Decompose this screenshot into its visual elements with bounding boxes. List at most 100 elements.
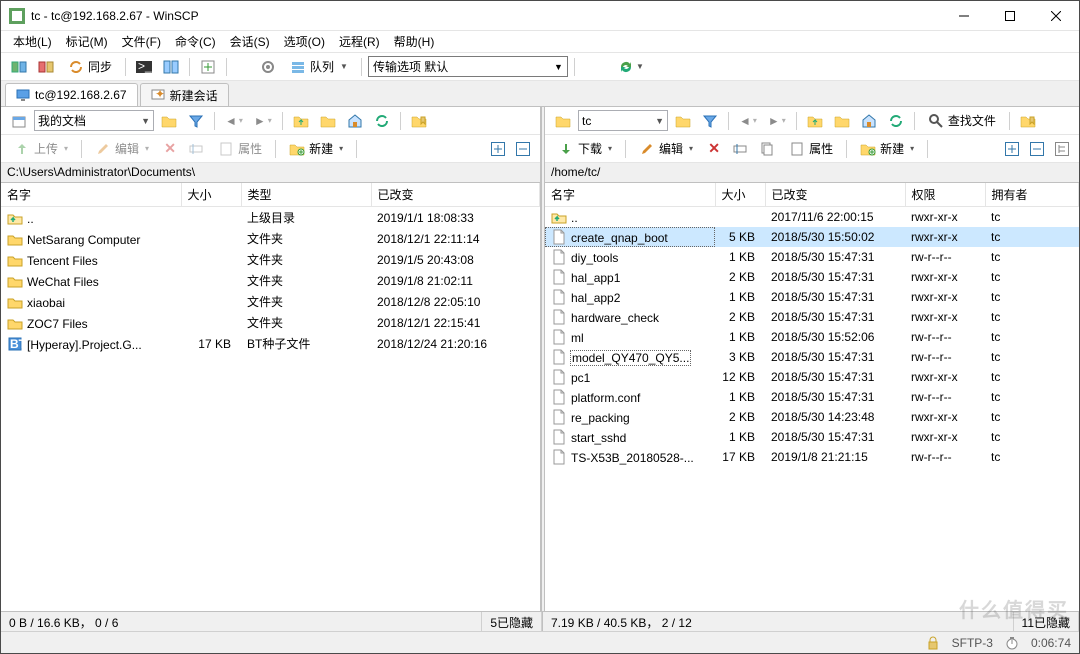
right-delete-button[interactable]: ✕ — [703, 138, 725, 160]
left-drive-combo[interactable]: 我的文档 ▼ — [34, 110, 154, 131]
left-col-size[interactable]: 大小 — [181, 183, 241, 207]
sync-browse-button[interactable] — [7, 56, 31, 78]
left-props-button[interactable]: 属性 — [211, 138, 269, 160]
left-col-type[interactable]: 类型 — [241, 183, 371, 207]
left-edit-button[interactable]: 编辑▾ — [88, 138, 156, 160]
transfer-settings-button[interactable] — [256, 56, 280, 78]
right-parent-button[interactable] — [803, 110, 827, 132]
session-tab-active[interactable]: tc@192.168.2.67 — [5, 83, 138, 106]
left-forward-button[interactable]: ► ▾ — [250, 110, 276, 132]
table-row[interactable]: TS-X53B_20180528-...17 KB2019/1/8 21:21:… — [545, 447, 1079, 467]
left-refresh-button[interactable] — [370, 110, 394, 132]
find-files-button[interactable]: 查找文件 — [921, 110, 1003, 132]
table-row[interactable]: ml1 KB2018/5/30 15:52:06rw-r--r--tc — [545, 327, 1079, 347]
commander-button[interactable] — [159, 56, 183, 78]
table-row[interactable]: start_sshd1 KB2018/5/30 15:47:31rwxr-xr-… — [545, 427, 1079, 447]
left-expand-button[interactable] — [487, 138, 509, 160]
table-row[interactable]: ..2017/11/6 22:00:15rwxr-xr-xtc — [545, 207, 1079, 228]
right-copy-button[interactable] — [755, 138, 779, 160]
left-bookmarks-button[interactable] — [407, 110, 431, 132]
right-col-owner[interactable]: 拥有者 — [985, 183, 1079, 207]
right-home-button[interactable] — [857, 110, 881, 132]
right-col-size[interactable]: 大小 — [715, 183, 765, 207]
maximize-button[interactable] — [987, 1, 1033, 31]
file-icon — [551, 349, 567, 365]
add-bookmark-button[interactable] — [196, 56, 220, 78]
left-root-button[interactable] — [316, 110, 340, 132]
panels: 我的文档 ▼ ◄ ▾ ► ▾ 上传▾ 编辑▾ ✕ — [1, 107, 1079, 611]
menu-remote[interactable]: 远程(R) — [333, 31, 386, 52]
menu-local[interactable]: 本地(L) — [7, 31, 58, 52]
table-row[interactable]: NetSarang Computer文件夹2018/12/1 22:11:14 — [1, 228, 540, 249]
right-open-folder-button[interactable] — [671, 110, 695, 132]
table-row[interactable]: model_QY470_QY5...3 KB2018/5/30 15:47:31… — [545, 347, 1079, 367]
menu-help[interactable]: 帮助(H) — [388, 31, 441, 52]
left-parent-button[interactable] — [289, 110, 313, 132]
synchronize-button[interactable]: 同步 — [61, 56, 119, 78]
right-col-name[interactable]: 名字 — [545, 183, 715, 207]
table-row[interactable]: hardware_check2 KB2018/5/30 15:47:31rwxr… — [545, 307, 1079, 327]
compare-dirs-button[interactable] — [34, 56, 58, 78]
menu-session[interactable]: 会话(S) — [224, 31, 276, 52]
right-drive-icon[interactable] — [551, 110, 575, 132]
minimize-button[interactable] — [941, 1, 987, 31]
table-row[interactable]: BT[Hyperay].Project.G...17 KBBT种子文件2018/… — [1, 333, 540, 354]
right-forward-button[interactable]: ► ▾ — [764, 110, 790, 132]
right-root-button[interactable] — [830, 110, 854, 132]
left-drive-icon[interactable] — [7, 110, 31, 132]
left-home-button[interactable] — [343, 110, 367, 132]
right-bookmarks-button[interactable] — [1016, 110, 1040, 132]
left-open-folder-button[interactable] — [157, 110, 181, 132]
right-back-button[interactable]: ◄ ▾ — [735, 110, 761, 132]
download-button[interactable]: 下载▾ — [551, 138, 619, 160]
transfer-preset-combo[interactable]: 传输选项 默认 ▼ — [368, 56, 568, 77]
table-row[interactable]: pc112 KB2018/5/30 15:47:31rwxr-xr-xtc — [545, 367, 1079, 387]
right-filter-button[interactable] — [698, 110, 722, 132]
table-row[interactable]: ..上级目录2019/1/1 18:08:33 — [1, 207, 540, 229]
menu-command[interactable]: 命令(C) — [169, 31, 222, 52]
right-new-button[interactable]: 新建▾ — [853, 138, 921, 160]
file-icon — [551, 229, 567, 245]
session-tab-new[interactable]: ✦ 新建会话 — [140, 83, 229, 106]
table-row[interactable]: ZOC7 Files文件夹2018/12/1 22:15:41 — [1, 312, 540, 333]
close-button[interactable] — [1033, 1, 1079, 31]
left-collapse-button[interactable] — [512, 138, 534, 160]
table-row[interactable]: hal_app12 KB2018/5/30 15:47:31rwxr-xr-xt… — [545, 267, 1079, 287]
right-col-changed[interactable]: 已改变 — [765, 183, 905, 207]
table-row[interactable]: Tencent Files文件夹2019/1/5 20:43:08 — [1, 249, 540, 270]
right-props-button[interactable]: 属性 — [782, 138, 840, 160]
upload-button[interactable]: 上传▾ — [7, 138, 75, 160]
right-drive-combo[interactable]: tc ▼ — [578, 110, 668, 131]
console-button[interactable]: >_ — [132, 56, 156, 78]
left-col-changed[interactable]: 已改变 — [371, 183, 540, 207]
right-tree-button[interactable] — [1051, 138, 1073, 160]
right-refresh-button[interactable] — [884, 110, 908, 132]
left-filter-button[interactable] — [184, 110, 208, 132]
table-row[interactable]: xiaobai文件夹2018/12/8 22:05:10 — [1, 291, 540, 312]
table-row[interactable]: re_packing2 KB2018/5/30 14:23:48rwxr-xr-… — [545, 407, 1079, 427]
table-row[interactable]: diy_tools1 KB2018/5/30 15:47:31rw-r--r--… — [545, 247, 1079, 267]
left-new-button[interactable]: 新建▾ — [282, 138, 350, 160]
right-expand-button[interactable] — [1001, 138, 1023, 160]
table-row[interactable]: platform.conf1 KB2018/5/30 15:47:31rw-r-… — [545, 387, 1079, 407]
table-row[interactable]: WeChat Files文件夹2019/1/8 21:02:11 — [1, 270, 540, 291]
right-collapse-button[interactable] — [1026, 138, 1048, 160]
menu-mark[interactable]: 标记(M) — [60, 31, 114, 52]
left-filelist[interactable]: 名字 大小 类型 已改变 ..上级目录2019/1/1 18:08:33NetS… — [1, 183, 540, 611]
right-edit-button[interactable]: 编辑▾ — [632, 138, 700, 160]
queue-button[interactable]: 队列 ▼ — [283, 56, 355, 78]
right-filelist[interactable]: 名字 大小 已改变 权限 拥有者 ..2017/11/6 22:00:15rwx… — [545, 183, 1079, 611]
menu-options[interactable]: 选项(O) — [278, 31, 331, 52]
left-back-button[interactable]: ◄ ▾ — [221, 110, 247, 132]
table-row[interactable]: create_qnap_boot5 KB2018/5/30 15:50:02rw… — [545, 227, 1079, 247]
menubar: 本地(L) 标记(M) 文件(F) 命令(C) 会话(S) 选项(O) 远程(R… — [1, 31, 1079, 53]
left-delete-button[interactable]: ✕ — [159, 138, 181, 160]
menu-file[interactable]: 文件(F) — [116, 31, 167, 52]
right-rename-button[interactable] — [728, 138, 752, 160]
left-col-name[interactable]: 名字 — [1, 183, 181, 207]
reconnect-button[interactable]: ▼ — [614, 56, 648, 78]
up-icon — [7, 210, 23, 226]
left-rename-button[interactable] — [184, 138, 208, 160]
right-col-rights[interactable]: 权限 — [905, 183, 985, 207]
table-row[interactable]: hal_app21 KB2018/5/30 15:47:31rwxr-xr-xt… — [545, 287, 1079, 307]
